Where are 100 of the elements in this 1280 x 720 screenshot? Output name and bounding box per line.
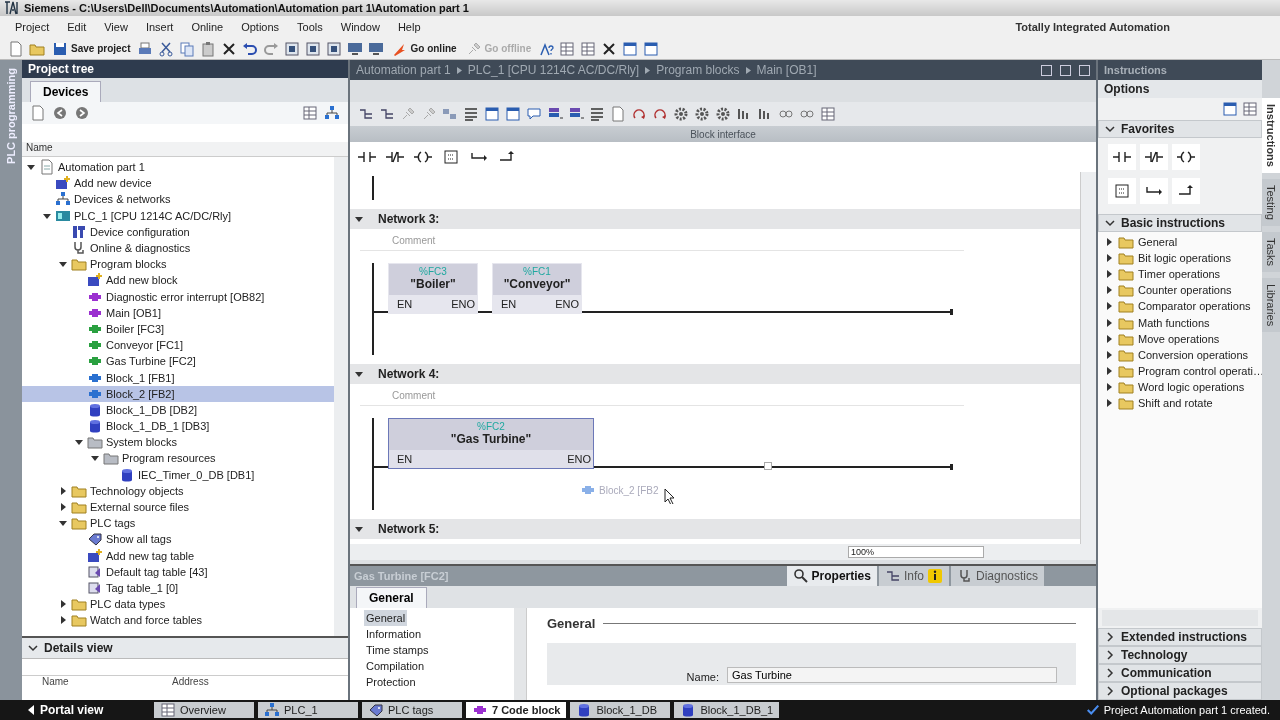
tree-item[interactable]: PLC tags xyxy=(22,515,334,532)
table-icon[interactable] xyxy=(559,40,576,57)
menu-item[interactable]: Edit xyxy=(58,21,96,33)
tree-item[interactable]: PLC data types xyxy=(22,596,334,613)
tree-item[interactable]: Diagnostic error interrupt [OB82] xyxy=(22,288,334,305)
tree-item[interactable]: System blocks xyxy=(22,434,334,451)
maximize-button[interactable] xyxy=(1060,64,1071,76)
side-tab[interactable]: Testing xyxy=(1262,178,1280,226)
instruction-folder[interactable]: Comparator operations xyxy=(1098,298,1262,315)
contact-icon[interactable] xyxy=(358,149,376,165)
menu-item[interactable]: Options xyxy=(232,21,289,33)
editor-tab[interactable]: PLC_1 xyxy=(258,702,358,718)
section-header[interactable]: Favorites xyxy=(1098,120,1262,138)
function-block[interactable]: %FC2 "Gas Turbine" EN ENO xyxy=(388,418,594,469)
breadcrumb-item[interactable]: Automation part 1 xyxy=(356,63,451,77)
tree-item[interactable]: Add new block xyxy=(22,272,334,289)
tree-item[interactable]: Add new tag table xyxy=(22,547,334,564)
tree-item[interactable]: Program blocks xyxy=(22,256,334,273)
loop-arrow-icon[interactable] xyxy=(652,106,668,122)
page-icon[interactable] xyxy=(30,105,46,121)
diagnostics-tab[interactable]: Diagnostics xyxy=(950,566,1044,586)
menu-item[interactable]: Help xyxy=(388,21,430,33)
editor-tab[interactable]: PLC tags xyxy=(362,702,462,718)
tree-item[interactable]: Main [OB1] xyxy=(22,304,334,321)
undo-icon[interactable] xyxy=(242,40,259,57)
instruction-folder[interactable]: Program control operati… xyxy=(1098,362,1262,379)
branch-icon[interactable] xyxy=(379,106,395,122)
instruction-folder[interactable]: Conversion operations xyxy=(1098,346,1262,363)
clipboard-icon[interactable] xyxy=(200,40,217,57)
tree-item[interactable]: Block_1_DB [DB2] xyxy=(22,401,334,418)
editor-tab[interactable]: Overview xyxy=(154,702,254,718)
chip-icon[interactable] xyxy=(284,40,301,57)
function-block[interactable]: %FC3 "Boiler" EN ENO xyxy=(388,263,478,314)
block-interface-label[interactable]: Block interface xyxy=(690,128,756,140)
tree-item[interactable]: Conveyor [FC1] xyxy=(22,337,334,354)
menu-item[interactable]: Window xyxy=(331,21,389,33)
nav-item[interactable]: Protection xyxy=(364,674,418,690)
nav-item[interactable]: Time stamps xyxy=(364,642,431,658)
tree-item[interactable]: Default tag table [43] xyxy=(22,563,334,580)
general-tab[interactable]: General xyxy=(356,587,427,608)
network-icon[interactable] xyxy=(324,105,340,121)
menu-item[interactable]: Online xyxy=(182,21,233,33)
monitor-icon[interactable] xyxy=(347,40,364,57)
tree-item[interactable]: Show all tags xyxy=(22,531,334,548)
devices-tab[interactable]: Devices xyxy=(30,81,102,102)
page-icon[interactable] xyxy=(610,106,626,122)
properties-tab[interactable]: Properties xyxy=(786,566,877,586)
tree-item[interactable]: Boiler [FC3] xyxy=(22,320,334,338)
tree-item[interactable]: Tag table_1 [0] xyxy=(22,579,334,597)
minimize-button[interactable] xyxy=(1041,64,1052,76)
window-icon[interactable] xyxy=(643,40,660,57)
editor-tab[interactable]: 7 Code block xyxy=(466,702,567,718)
branch-icon[interactable] xyxy=(358,106,374,122)
loop-arrow-icon[interactable] xyxy=(631,106,647,122)
menu-item[interactable]: Tools xyxy=(288,21,332,33)
menu-item[interactable]: Insert xyxy=(136,21,183,33)
tree-item[interactable]: External source files xyxy=(22,498,334,516)
zoom-dropdown[interactable]: 100% xyxy=(848,546,984,558)
expand-arrow-icon[interactable] xyxy=(58,615,68,626)
window-icon[interactable] xyxy=(505,106,521,122)
lines-icon[interactable] xyxy=(463,106,479,122)
go-online-button[interactable]: Go online xyxy=(389,40,459,57)
instruction-folder[interactable]: Move operations xyxy=(1098,330,1262,347)
expand-arrow-icon[interactable] xyxy=(58,502,68,513)
vertical-scrollbar[interactable] xyxy=(514,608,526,700)
collapse-arrow-icon[interactable] xyxy=(354,214,364,224)
nav-item[interactable]: Compilation xyxy=(364,658,427,674)
table-icon[interactable] xyxy=(820,106,836,122)
cut-icon[interactable] xyxy=(158,40,175,57)
editor-tab[interactable]: Block_1_DB_1 xyxy=(674,702,780,718)
instruction-folder[interactable]: Timer operations xyxy=(1098,266,1262,283)
instruction-folder[interactable]: Shift and rotate xyxy=(1098,394,1262,412)
stack-icon[interactable] xyxy=(547,106,563,122)
monitor-icon[interactable] xyxy=(368,40,385,57)
section-header[interactable]: Basic instructions xyxy=(1098,214,1262,232)
tree-item[interactable]: Block_2 [FB2] xyxy=(22,385,334,402)
close-button[interactable] xyxy=(1079,64,1090,76)
gear-icon[interactable] xyxy=(694,106,710,122)
side-tab[interactable]: Instructions xyxy=(1262,98,1280,173)
tree-item[interactable]: Online & diagnostics xyxy=(22,239,334,257)
tree-item[interactable]: IEC_Timer_0_DB [DB1] xyxy=(22,466,334,483)
speech-bubble-icon[interactable] xyxy=(526,106,542,122)
coil-icon[interactable] xyxy=(414,149,432,165)
side-tab[interactable]: Tasks xyxy=(1262,231,1280,272)
instruction-folder[interactable]: Counter operations xyxy=(1098,282,1262,299)
contact-icon[interactable] xyxy=(1113,149,1131,165)
instruction-folder[interactable]: Word logic operations xyxy=(1098,378,1262,395)
gear-icon[interactable] xyxy=(715,106,731,122)
breadcrumb-item[interactable]: Program blocks xyxy=(656,63,740,77)
copy-icon[interactable] xyxy=(179,40,196,57)
section-header[interactable]: Communication xyxy=(1098,664,1262,682)
tree-item[interactable]: Automation part 1 xyxy=(22,159,334,176)
section-header[interactable]: Technology xyxy=(1098,646,1262,664)
side-tab[interactable]: Libraries xyxy=(1262,277,1280,333)
function-block[interactable]: %FC1 "Conveyor" EN ENO xyxy=(492,263,582,314)
table-icon[interactable] xyxy=(302,105,318,121)
section-header[interactable]: Optional packages xyxy=(1098,682,1262,700)
expand-arrow-icon[interactable] xyxy=(58,485,68,496)
instruction-folder[interactable]: Math functions xyxy=(1098,314,1262,331)
empty-box-icon[interactable] xyxy=(1113,183,1131,199)
